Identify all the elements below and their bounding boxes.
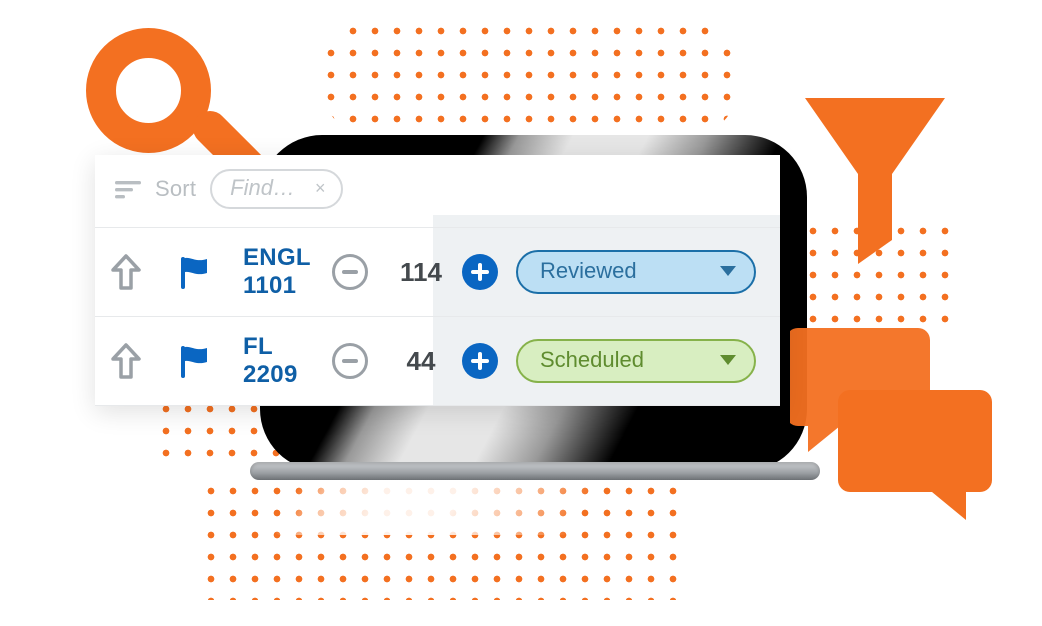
increment-button[interactable] [462,343,498,379]
move-up-icon[interactable] [111,343,171,379]
course-list-panel: Sort Find… × ENGL 1101 114 [95,155,780,406]
clear-find-icon[interactable]: × [315,179,326,197]
decrement-button[interactable] [332,254,368,290]
flag-icon[interactable] [177,344,237,378]
panel-toolbar: Sort Find… × [95,155,780,227]
laptop-base [250,462,820,480]
status-label: Reviewed [540,258,637,284]
filter-icon [800,90,950,270]
find-placeholder: Find… [230,175,295,201]
table-row: FL 2209 44 Scheduled [95,316,780,406]
move-up-icon[interactable] [111,254,171,290]
chevron-down-icon [720,266,736,276]
status-dropdown[interactable]: Scheduled [516,339,756,383]
count-value: 44 [386,346,456,377]
chat-icon [790,320,1000,530]
chevron-down-icon [720,355,736,365]
decorative-dots [320,20,740,140]
illustration-stage: Sort Find… × ENGL 1101 114 [0,0,1042,626]
sort-label[interactable]: Sort [155,176,196,202]
status-dropdown[interactable]: Reviewed [516,250,756,294]
course-code[interactable]: FL 2209 [243,333,326,389]
flag-icon[interactable] [177,255,237,289]
find-input[interactable]: Find… × [210,169,343,209]
count-value: 114 [386,257,456,288]
course-code[interactable]: ENGL 1101 [243,244,326,300]
status-label: Scheduled [540,347,644,373]
sort-icon[interactable] [115,179,141,199]
table-row: ENGL 1101 114 Reviewed [95,227,780,316]
increment-button[interactable] [462,254,498,290]
decrement-button[interactable] [332,343,368,379]
